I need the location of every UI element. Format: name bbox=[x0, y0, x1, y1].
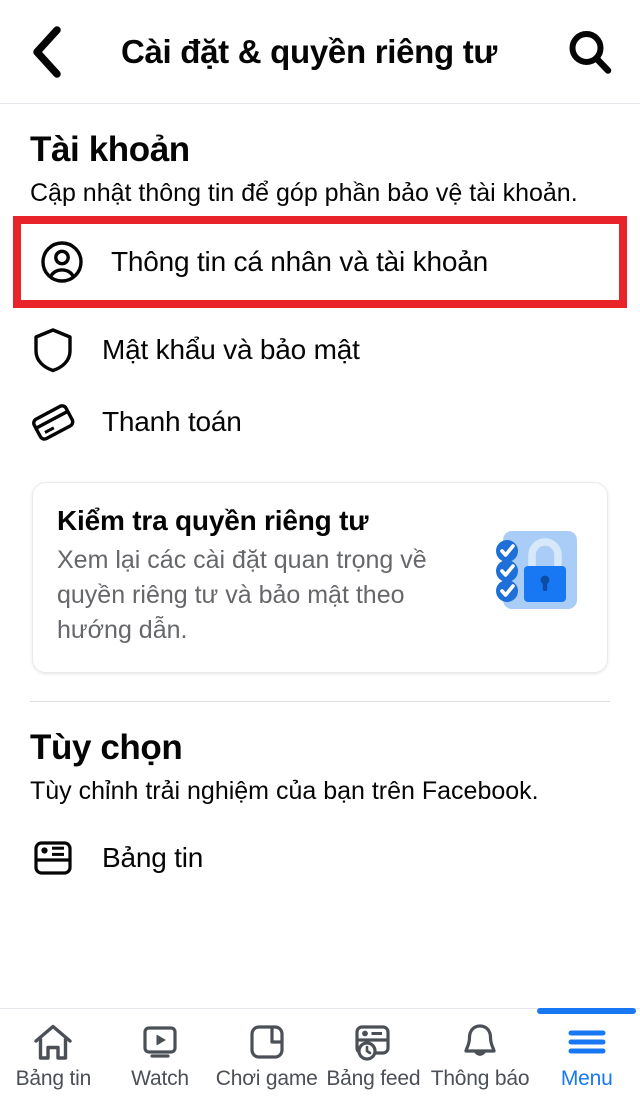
section-title-preferences: Tùy chọn bbox=[30, 728, 183, 767]
row-label-password-security: Mật khẩu và bảo mật bbox=[102, 334, 360, 365]
active-indicator bbox=[537, 1008, 637, 1014]
section-description-account: Cập nhật thông tin để góp phần bảo vệ tà… bbox=[30, 179, 578, 207]
play-video-icon bbox=[139, 1021, 181, 1063]
bell-icon bbox=[459, 1021, 501, 1063]
row-personal-info-and-account[interactable]: Thông tin cá nhân và tài khoản bbox=[21, 224, 619, 300]
nav-item-gaming[interactable]: Chơi game bbox=[213, 1009, 320, 1098]
settings-content: Tài khoản Cập nhật thông tin để góp phần… bbox=[0, 104, 640, 1008]
person-circle-icon bbox=[39, 239, 85, 285]
nav-item-notifications[interactable]: Thông báo bbox=[427, 1009, 534, 1098]
nav-item-news-feed[interactable]: Bảng tin bbox=[0, 1009, 107, 1098]
privacy-checkup-text: Kiểm tra quyền riêng tư Xem lại các cài … bbox=[57, 505, 479, 648]
section-title-account: Tài khoản bbox=[30, 130, 190, 169]
highlight-box-personal-info: Thông tin cá nhân và tài khoản bbox=[13, 216, 627, 308]
row-password-and-security[interactable]: Mật khẩu và bảo mật bbox=[0, 314, 640, 386]
row-news-feed[interactable]: Bảng tin bbox=[0, 822, 640, 894]
privacy-checkup-lock-icon bbox=[491, 525, 583, 617]
search-icon bbox=[569, 30, 612, 74]
nav-label-feeds: Bảng feed bbox=[326, 1066, 421, 1090]
privacy-checkup-card[interactable]: Kiểm tra quyền riêng tư Xem lại các cài … bbox=[32, 482, 608, 673]
nav-item-feeds[interactable]: Bảng feed bbox=[320, 1009, 427, 1098]
settings-privacy-screen: Cài đặt & quyền riêng tư Tài khoản Cập n… bbox=[0, 0, 640, 1098]
row-label-payments: Thanh toán bbox=[102, 406, 242, 437]
nav-item-watch[interactable]: Watch bbox=[107, 1009, 214, 1098]
app-header: Cài đặt & quyền riêng tư bbox=[0, 0, 640, 104]
row-label-personal-info: Thông tin cá nhân và tài khoản bbox=[111, 246, 488, 277]
shield-icon bbox=[30, 327, 76, 373]
nav-item-menu[interactable]: Menu bbox=[533, 1008, 640, 1098]
gaming-icon bbox=[246, 1021, 288, 1063]
nav-label-menu: Menu bbox=[560, 1066, 613, 1090]
nav-label-notifications: Thông báo bbox=[430, 1066, 530, 1090]
row-payments[interactable]: Thanh toán bbox=[0, 386, 640, 458]
nav-label-gaming: Chơi game bbox=[215, 1066, 318, 1090]
credit-card-icon bbox=[30, 399, 76, 445]
privacy-checkup-description: Xem lại các cài đặt quan trọng về quyền … bbox=[57, 546, 427, 644]
row-label-news-feed: Bảng tin bbox=[102, 842, 204, 873]
nav-label-watch: Watch bbox=[131, 1066, 189, 1090]
feeds-clock-icon bbox=[352, 1021, 394, 1063]
nav-label-news-feed: Bảng tin bbox=[15, 1066, 92, 1090]
page-title: Cài đặt & quyền riêng tư bbox=[120, 32, 498, 70]
section-description-preferences: Tùy chỉnh trải nghiệm của bạn trên Faceb… bbox=[30, 777, 539, 805]
hamburger-menu-icon bbox=[566, 1021, 608, 1063]
bottom-navigation-bar: Bảng tin Watch Chơi game Bảng feed Thông… bbox=[0, 1008, 640, 1098]
news-feed-icon bbox=[30, 835, 76, 881]
privacy-checkup-title: Kiểm tra quyền riêng tư bbox=[57, 505, 369, 536]
search-button[interactable] bbox=[540, 0, 640, 104]
home-icon bbox=[32, 1021, 74, 1063]
chevron-left-icon bbox=[33, 25, 61, 78]
